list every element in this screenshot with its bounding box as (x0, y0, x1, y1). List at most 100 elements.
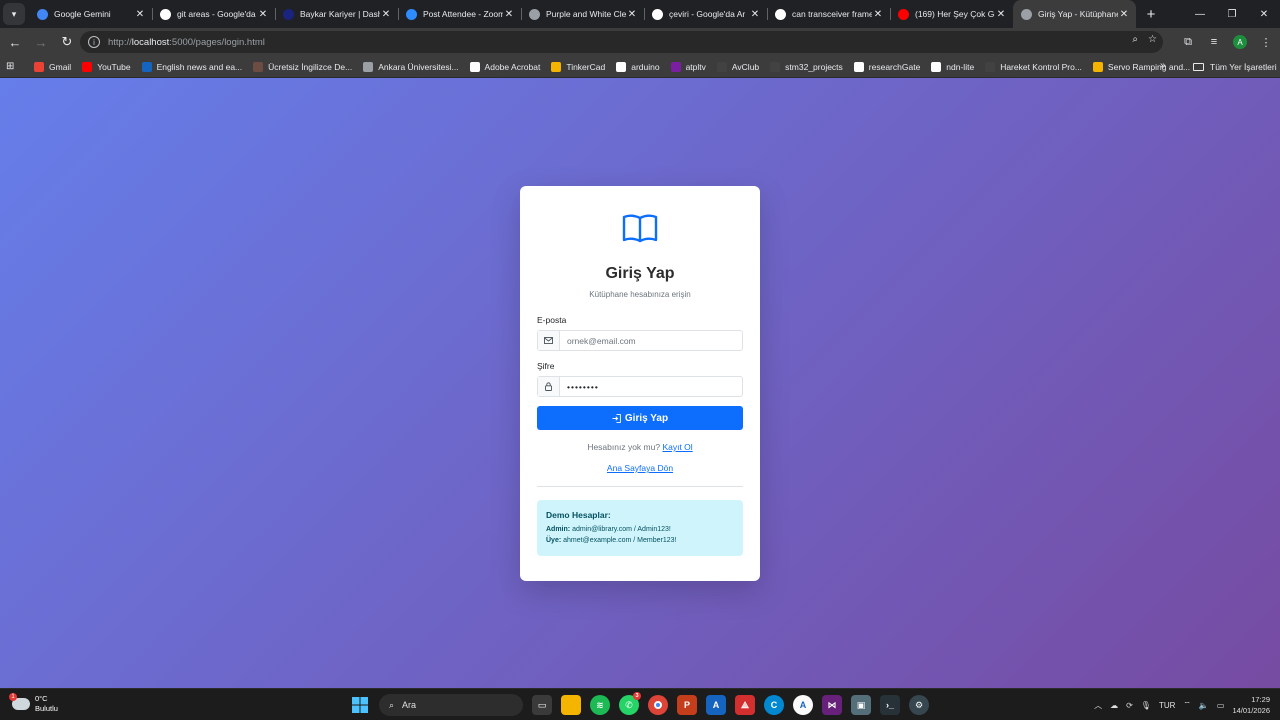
browser-tab[interactable]: Google Gemini ✕ (29, 0, 152, 28)
all-bookmarks-button[interactable]: Tüm Yer İşaretleri (1193, 62, 1277, 72)
app-a-icon[interactable]: A (793, 695, 813, 715)
bookmark-label: YouTube (97, 61, 131, 72)
bookmark-item[interactable]: AvClub (716, 61, 759, 72)
taskbar-apps: ⌕ Ara ▭ ≋ ✆ 3 P A ⟁ C A ⋈ ▣ ›_ ⚙ (350, 692, 929, 717)
taskbar-search-placeholder: Ara (402, 700, 417, 710)
zoom-icon[interactable]: ⌕ (1132, 34, 1138, 45)
profile-button[interactable]: A (1230, 32, 1250, 52)
powerpoint-icon[interactable]: P (677, 695, 697, 715)
back-button[interactable]: ← (4, 31, 26, 53)
browser-tab[interactable]: (169) Her Şey Çok Gü ✕ (890, 0, 1013, 28)
email-input[interactable] (560, 331, 740, 350)
login-button[interactable]: Giriş Yap (537, 406, 743, 430)
close-tab-icon[interactable]: ✕ (872, 9, 884, 20)
close-tab-icon[interactable]: ✕ (503, 9, 515, 20)
bookmark-item[interactable]: TinkerCad (551, 61, 605, 72)
window-controls: — ❐ ✕ (1184, 0, 1280, 28)
folder-icon (1193, 63, 1204, 71)
taskbar-search[interactable]: ⌕ Ara (379, 694, 523, 716)
bookmark-item[interactable]: arduino (616, 61, 660, 72)
whatsapp-icon[interactable]: ✆ 3 (619, 692, 641, 715)
site-info-icon[interactable]: i (88, 36, 100, 48)
language-indicator[interactable]: TUR (1159, 701, 1175, 710)
close-tab-icon[interactable]: ✕ (1118, 9, 1130, 20)
bookmark-label: Ankara Üniversitesi... (378, 61, 459, 72)
copilot-icon[interactable]: C (764, 695, 784, 715)
browser-tab[interactable]: Post Attendee - Zoom ✕ (398, 0, 521, 28)
spotify-icon[interactable]: ≋ (590, 695, 610, 715)
close-tab-icon[interactable]: ✕ (749, 9, 761, 20)
browser-menu-icon[interactable]: ⋮ (1256, 32, 1276, 52)
address-bar[interactable]: i http://localhost:5000/pages/login.html… (80, 31, 1163, 53)
browser-tab[interactable]: Giriş Yap - Kütüphane ✕ (1013, 0, 1136, 28)
browser-tab[interactable]: çeviri - Google'da Ar ✕ (644, 0, 767, 28)
browser-tab[interactable]: Baykar Kariyer | Dash ✕ (275, 0, 398, 28)
acrobat-icon[interactable]: ⟁ (735, 695, 755, 715)
bookmark-label: Hareket Kontrol Pro... (1000, 61, 1082, 72)
microphone-icon[interactable]: 🎙 (1141, 701, 1151, 710)
wifi-icon[interactable]: ⌔ (1183, 700, 1191, 710)
browser-tab[interactable]: Purple and White Cle ✕ (521, 0, 644, 28)
tab-list: Google Gemini ✕ git areas - Google'da ✕ Bayk… (29, 0, 1136, 28)
new-tab-button[interactable]: + (1140, 6, 1162, 23)
bookmark-item[interactable]: Servo Ramping and... (1092, 61, 1190, 72)
terminal-icon[interactable]: ›_ (880, 695, 900, 715)
media-control-icon[interactable]: ≡ (1204, 32, 1224, 52)
close-tab-icon[interactable]: ✕ (257, 9, 269, 20)
register-link[interactable]: Kayıt Ol (662, 442, 692, 452)
close-tab-icon[interactable]: ✕ (995, 9, 1007, 20)
bookmark-item[interactable]: Hareket Kontrol Pro... (985, 61, 1082, 72)
bookmarks-overflow-button[interactable]: » (1160, 60, 1166, 71)
bookmark-item[interactable]: Adobe Acrobat (469, 61, 541, 72)
stm32-cube-icon[interactable]: ▣ (851, 695, 871, 715)
browser-tab[interactable]: git areas - Google'da ✕ (152, 0, 275, 28)
bookmark-item[interactable]: Ücretsiz İngilizce De... (253, 61, 352, 72)
demo-member-value: ahmet@example.com / Member123! (563, 537, 677, 544)
bookmark-item[interactable]: ndn-lite (931, 61, 974, 72)
browser-tab[interactable]: can transceiver frame ✕ (767, 0, 890, 28)
bookmark-item[interactable]: researchGate (853, 61, 920, 72)
bookmark-item[interactable]: Gmail (34, 61, 71, 72)
weather-widget[interactable]: 1 0°C Bulutlu (9, 693, 58, 714)
tray-sync-icon[interactable]: ⟳ (1126, 701, 1133, 710)
maximize-icon[interactable]: ❐ (1216, 0, 1248, 28)
task-view-icon[interactable]: ▭ (532, 695, 552, 715)
windows-start-icon[interactable] (350, 695, 370, 715)
demo-accounts-box: Demo Hesaplar: Admin: admin@library.com … (537, 500, 743, 556)
minimize-icon[interactable]: — (1184, 0, 1216, 28)
close-tab-icon[interactable]: ✕ (380, 9, 392, 20)
home-link[interactable]: Ana Sayfaya Dön (520, 463, 760, 473)
bookmark-star-icon[interactable]: ☆ (1148, 34, 1157, 45)
volume-icon[interactable]: 🔈 (1199, 701, 1209, 710)
visual-studio-icon[interactable]: ⋈ (822, 695, 842, 715)
arduino-ide-icon[interactable]: A (706, 695, 726, 715)
settings-gear-icon[interactable]: ⚙ (909, 695, 929, 715)
tab-search-button[interactable]: ▾ (3, 3, 25, 25)
bookmark-item[interactable]: Ankara Üniversitesi... (363, 61, 459, 72)
no-account-text: Hesabınız yok mu? (587, 442, 661, 452)
battery-icon[interactable]: ▭ (1217, 701, 1225, 710)
forward-button[interactable]: → (30, 31, 52, 53)
bookmark-label: Adobe Acrobat (484, 61, 541, 72)
extensions-icon[interactable]: ⧉ (1178, 32, 1198, 52)
page-title: Giriş Yap (605, 265, 675, 282)
reload-button[interactable]: ↻ (56, 31, 78, 53)
chrome-icon[interactable] (648, 695, 668, 715)
close-tab-icon[interactable]: ✕ (626, 9, 638, 20)
apps-grid-icon[interactable]: ⊞ (6, 61, 20, 72)
onedrive-icon[interactable]: ☁ (1110, 701, 1118, 710)
url-text[interactable]: http://localhost:5000/pages/login.html (108, 37, 265, 48)
bookmark-item[interactable]: stm32_projects (770, 61, 843, 72)
tray-overflow-icon[interactable]: ︿ (1094, 700, 1102, 711)
page-background: Giriş Yap Kütüphane hesabınıza erişin E-… (0, 78, 1280, 688)
close-tab-icon[interactable]: ✕ (134, 9, 146, 20)
bookmark-item[interactable]: YouTube (82, 61, 131, 72)
clock[interactable]: 17:29 14/01/2026 (1232, 694, 1270, 716)
bookmark-item[interactable]: English news and ea... (141, 61, 242, 72)
bookmark-item[interactable]: atpltv (670, 61, 706, 72)
cloud-icon: 1 (9, 693, 30, 710)
close-window-icon[interactable]: ✕ (1248, 0, 1280, 28)
tab-favicon-icon (283, 8, 294, 20)
file-explorer-icon[interactable] (561, 695, 581, 715)
password-input[interactable] (560, 377, 740, 396)
